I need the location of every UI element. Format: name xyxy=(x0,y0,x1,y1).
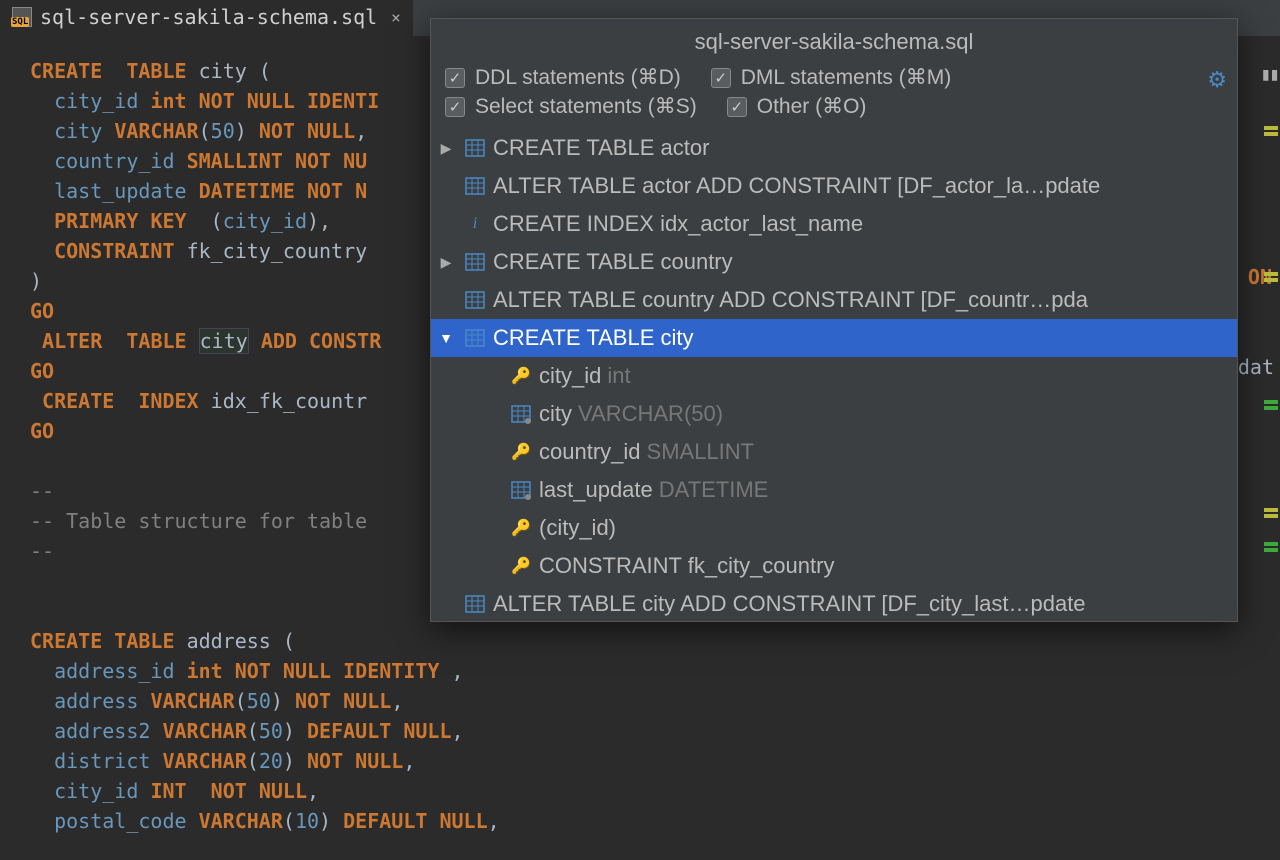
item-label: CONSTRAINT fk_city_country xyxy=(539,553,834,579)
code-line[interactable]: address VARCHAR(50) NOT NULL, xyxy=(30,686,1280,716)
table-icon xyxy=(463,288,487,312)
code-line[interactable]: CREATE TABLE address ( xyxy=(30,626,1280,656)
item-label: city xyxy=(539,401,572,427)
disclosure-arrow-icon[interactable]: ▶ xyxy=(435,140,457,157)
gear-icon[interactable]: ⚙ xyxy=(1207,67,1227,93)
table-icon xyxy=(463,326,487,350)
close-icon[interactable]: × xyxy=(391,8,401,27)
gutter-mark[interactable] xyxy=(1264,542,1278,546)
item-label: country_id xyxy=(539,439,641,465)
item-label: ALTER TABLE city ADD CONSTRAINT [DF_city… xyxy=(493,591,1086,617)
structure-item[interactable]: 🔑city_id int xyxy=(431,357,1237,395)
key-icon: 🔑 xyxy=(509,516,533,540)
filter-select[interactable]: ✓ Select statements (⌘S) xyxy=(445,94,697,119)
code-line[interactable]: address2 VARCHAR(50) DEFAULT NULL, xyxy=(30,716,1280,746)
popup-list[interactable]: ▶ CREATE TABLE actor ALTER TABLE actor ADD… xyxy=(431,129,1237,621)
structure-item[interactable]: last_update DATETIME xyxy=(431,471,1237,509)
filter-other[interactable]: ✓ Other (⌘O) xyxy=(727,94,867,119)
code-line[interactable]: city_id INT NOT NULL, xyxy=(30,776,1280,806)
item-label: CREATE TABLE city xyxy=(493,325,694,351)
gutter-mark[interactable] xyxy=(1264,400,1278,404)
structure-item[interactable]: iCREATE INDEX idx_actor_last_name xyxy=(431,205,1237,243)
filter-ddl[interactable]: ✓ DDL statements (⌘D) xyxy=(445,65,681,90)
item-label: CREATE TABLE actor xyxy=(493,135,709,161)
foreign-key-icon: 🔑 xyxy=(509,440,533,464)
item-label: ALTER TABLE actor ADD CONSTRAINT [DF_act… xyxy=(493,173,1100,199)
foreign-key-icon: 🔑 xyxy=(509,554,533,578)
item-label: city_id xyxy=(539,363,601,389)
table-icon xyxy=(463,592,487,616)
item-label: last_update xyxy=(539,477,653,503)
gutter-mark[interactable] xyxy=(1264,514,1278,518)
structure-item[interactable]: ALTER TABLE country ADD CONSTRAINT [DF_c… xyxy=(431,281,1237,319)
gutter-mark[interactable] xyxy=(1264,126,1278,130)
item-label: CREATE TABLE country xyxy=(493,249,733,275)
code-line[interactable]: address_id int NOT NULL IDENTITY , xyxy=(30,656,1280,686)
structure-item[interactable]: 🔑(city_id) xyxy=(431,509,1237,547)
item-type: VARCHAR(50) xyxy=(578,401,723,427)
sql-file-icon xyxy=(12,7,32,27)
item-type: DATETIME xyxy=(659,477,769,503)
checkbox-icon: ✓ xyxy=(445,97,465,117)
gutter-mark[interactable] xyxy=(1264,132,1278,136)
gutter-mark[interactable] xyxy=(1264,548,1278,552)
structure-item[interactable]: ▶ CREATE TABLE actor xyxy=(431,129,1237,167)
item-label: ALTER TABLE country ADD CONSTRAINT [DF_c… xyxy=(493,287,1088,313)
structure-item[interactable]: ▶ CREATE TABLE country xyxy=(431,243,1237,281)
gutter-mark[interactable] xyxy=(1264,272,1278,276)
column-icon xyxy=(509,478,533,502)
structure-item[interactable]: ALTER TABLE actor ADD CONSTRAINT [DF_act… xyxy=(431,167,1237,205)
item-type: SMALLINT xyxy=(647,439,755,465)
checkbox-icon: ✓ xyxy=(711,68,731,88)
filter-dml[interactable]: ✓ DML statements (⌘M) xyxy=(711,65,951,90)
item-label: (city_id) xyxy=(539,515,616,541)
tab-filename: sql-server-sakila-schema.sql xyxy=(40,5,377,29)
table-icon xyxy=(463,174,487,198)
info-icon: i xyxy=(463,212,487,236)
gutter-mark[interactable] xyxy=(1264,508,1278,512)
marker-gutter: ▮▮ xyxy=(1262,40,1280,860)
structure-item[interactable]: ALTER TABLE city ADD CONSTRAINT [DF_city… xyxy=(431,585,1237,621)
disclosure-arrow-icon[interactable]: ▶ xyxy=(435,254,457,271)
column-icon xyxy=(509,402,533,426)
structure-item[interactable]: city VARCHAR(50) xyxy=(431,395,1237,433)
disclosure-arrow-icon[interactable]: ▼ xyxy=(435,330,457,346)
structure-item[interactable]: ▼ CREATE TABLE city xyxy=(431,319,1237,357)
key-icon: 🔑 xyxy=(509,364,533,388)
structure-popup: sql-server-sakila-schema.sql ✓ DDL state… xyxy=(430,18,1238,622)
item-label: CREATE INDEX idx_actor_last_name xyxy=(493,211,863,237)
checkbox-icon: ✓ xyxy=(727,97,747,117)
code-line[interactable]: district VARCHAR(20) NOT NULL, xyxy=(30,746,1280,776)
structure-item[interactable]: 🔑CONSTRAINT fk_city_country xyxy=(431,547,1237,585)
table-icon xyxy=(463,250,487,274)
popup-filters: ✓ DDL statements (⌘D) ✓ DML statements (… xyxy=(431,61,1237,129)
structure-item[interactable]: 🔑country_id SMALLINT xyxy=(431,433,1237,471)
code-line[interactable]: postal_code VARCHAR(10) DEFAULT NULL, xyxy=(30,806,1280,836)
pause-icon[interactable]: ▮▮ xyxy=(1260,64,1278,85)
checkbox-icon: ✓ xyxy=(445,68,465,88)
item-type: int xyxy=(607,363,630,389)
tab-active[interactable]: sql-server-sakila-schema.sql × xyxy=(0,0,413,36)
popup-title: sql-server-sakila-schema.sql xyxy=(431,19,1237,61)
table-icon xyxy=(463,136,487,160)
gutter-mark[interactable] xyxy=(1264,278,1278,282)
gutter-mark[interactable] xyxy=(1264,406,1278,410)
